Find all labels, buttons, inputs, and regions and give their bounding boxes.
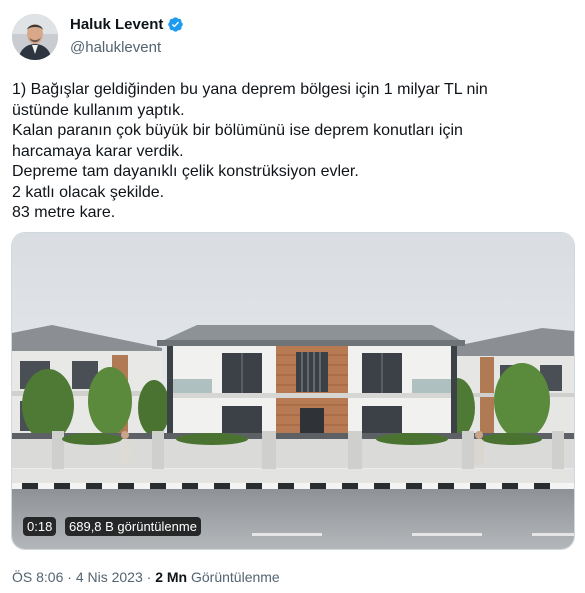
verified-badge-icon <box>168 17 184 32</box>
meta-separator: · <box>146 569 152 585</box>
video-thumbnail <box>12 233 574 549</box>
tweet-date[interactable]: 4 Nis 2023 <box>76 569 143 585</box>
tweet-line: harcamaya karar verdik. <box>12 142 184 160</box>
avatar[interactable] <box>12 14 58 60</box>
tweet-line: 2 katlı olacak şekilde. <box>12 183 165 201</box>
avatar-photo <box>12 14 58 60</box>
tweet-line: 83 metre kare. <box>12 204 116 221</box>
tweet-line: 1) Bağışlar geldiğinden bu yana deprem b… <box>12 81 488 98</box>
author-name[interactable]: Haluk Levent <box>70 16 163 33</box>
tweet-time[interactable]: ÖS 8:06 <box>12 569 63 585</box>
tweet-meta: ÖS 8:06 · 4 Nis 2023 · 2 Mn Görüntülenme <box>12 569 280 585</box>
tweet-text: 1) Bağışlar geldiğinden bu yana deprem b… <box>12 80 572 224</box>
video-views-badge: 689,8 B görüntülenme <box>65 517 201 536</box>
tweet-line: Kalan paranın çok büyük bir bölümünü ise… <box>12 122 463 139</box>
author-handle[interactable]: @haluklevent <box>70 39 161 56</box>
video-player[interactable]: 0:18 689,8 B görüntülenme <box>11 232 575 550</box>
meta-separator: · <box>67 569 72 585</box>
author-name-row[interactable]: Haluk Levent <box>70 16 184 33</box>
tweet-line: üstünde kullanım yaptık. <box>12 101 185 119</box>
video-duration-badge: 0:18 <box>23 517 57 536</box>
tweet-line: Depreme tam dayanıklı çelik konstrüksiyo… <box>12 163 359 180</box>
view-label: Görüntülenme <box>191 569 280 585</box>
view-count: 2 Mn <box>155 569 188 585</box>
